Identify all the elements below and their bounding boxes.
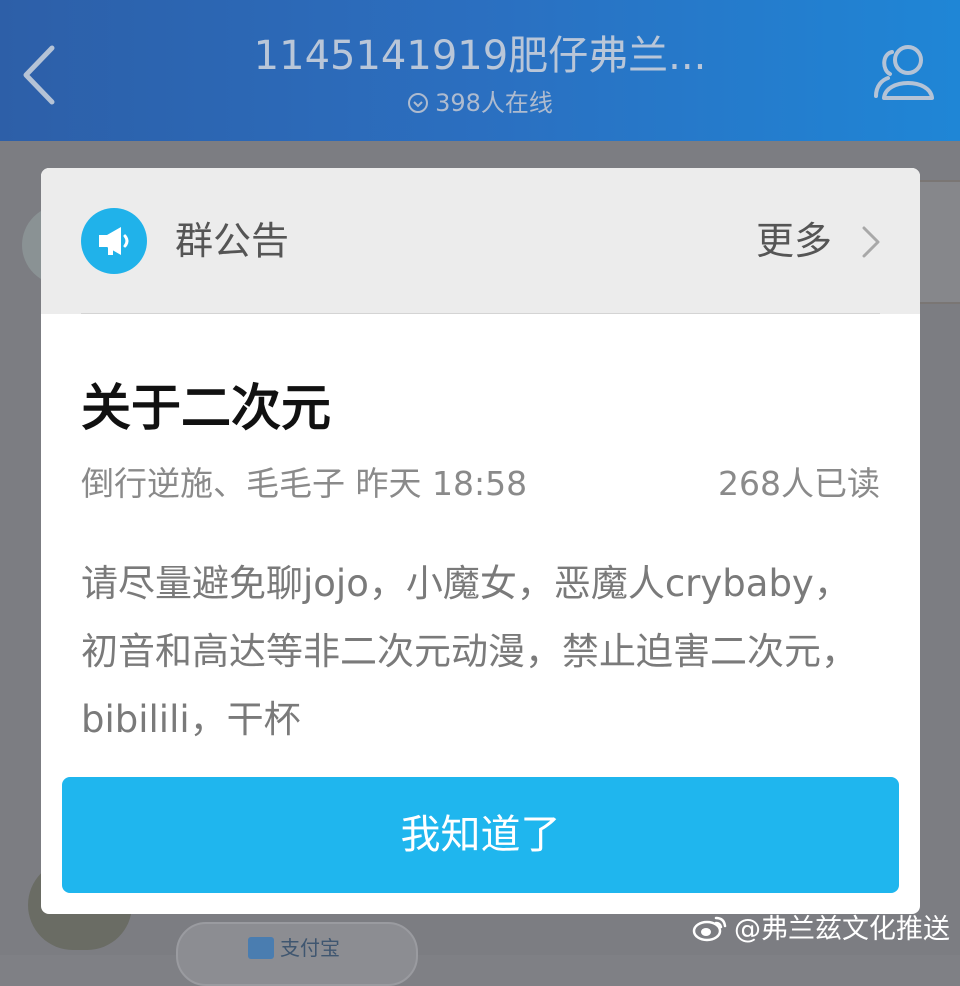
announcement-meta: 倒行逆施、毛毛子 昨天 18:58 bbox=[81, 464, 528, 503]
announcement-title: 关于二次元 bbox=[81, 379, 331, 437]
announcement-header-label: 群公告 bbox=[175, 219, 290, 263]
alipay-icon bbox=[248, 937, 274, 959]
announcement-body: 请尽量避免聊jojo，小魔女，恶魔人crybaby，初音和高达等非二次元动漫，禁… bbox=[81, 562, 858, 741]
weibo-icon bbox=[692, 916, 727, 942]
message-bubble bbox=[918, 180, 960, 304]
payment-card-label: 支付宝 bbox=[280, 936, 340, 960]
more-link[interactable]: 更多 bbox=[756, 218, 832, 264]
watermark-label: @弗兰兹文化推送 bbox=[734, 914, 950, 945]
clock-icon bbox=[408, 93, 429, 113]
chat-title[interactable]: 1145141919肥仔弗兰... bbox=[0, 30, 960, 82]
divider bbox=[81, 313, 880, 314]
chevron-right-icon[interactable] bbox=[860, 224, 882, 260]
watermark: @弗兰兹文化推送 bbox=[692, 910, 950, 950]
online-count-label: 398人在线 bbox=[435, 89, 553, 117]
read-count[interactable]: 268人已读 bbox=[718, 462, 880, 506]
confirm-button[interactable]: 我知道了 bbox=[62, 777, 899, 893]
announcement-header: 群公告 更多 bbox=[41, 168, 920, 314]
announcement-dialog: 群公告 更多 关于二次元 倒行逆施、毛毛子 昨天 18:58 268人已读 请尽… bbox=[41, 168, 920, 914]
megaphone-icon bbox=[81, 208, 147, 274]
group-members-icon[interactable] bbox=[870, 40, 938, 104]
chat-header: 1145141919肥仔弗兰... 398人在线 bbox=[0, 0, 960, 141]
online-count[interactable]: 398人在线 bbox=[0, 86, 960, 120]
